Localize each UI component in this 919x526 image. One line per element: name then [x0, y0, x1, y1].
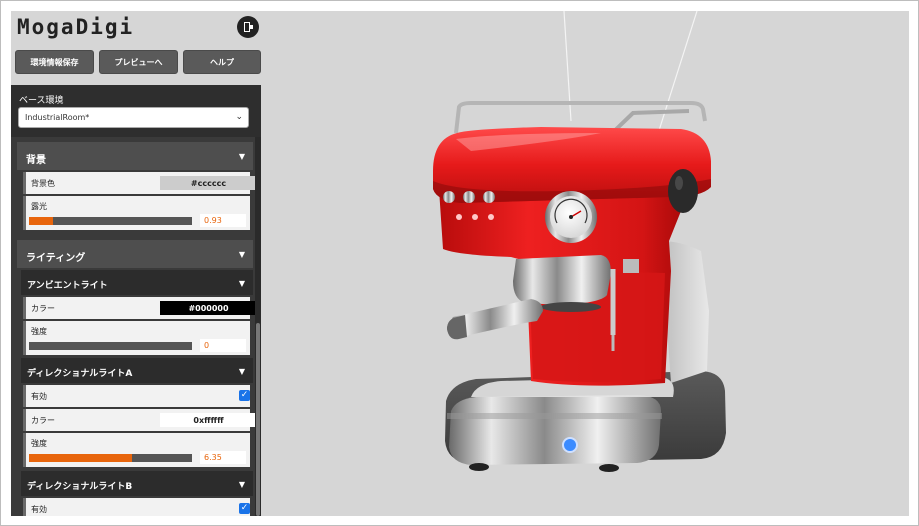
ambient-color-label: カラー: [31, 304, 55, 313]
check-icon: ✓: [240, 503, 249, 513]
triangle-down-icon: ▼: [238, 480, 245, 489]
dir-b-enabled-label: 有効: [31, 505, 47, 514]
ambient-intensity-value[interactable]: 0: [200, 339, 246, 352]
window-frame: MogaDigi 環境情報保存 プレビューへ ヘルプ ベース環境 Industr…: [0, 0, 919, 526]
section-background-title: 背景: [26, 155, 46, 166]
dir-a-intensity-slider-fill: [29, 454, 132, 462]
triangle-down-icon: ▼: [238, 279, 245, 288]
sidebar: MogaDigi 環境情報保存 プレビューへ ヘルプ ベース環境 Industr…: [11, 11, 261, 516]
dir-a-enabled-checkbox[interactable]: ✓: [239, 390, 250, 401]
app-area: MogaDigi 環境情報保存 プレビューへ ヘルプ ベース環境 Industr…: [11, 11, 909, 516]
door-exit-icon: [244, 22, 253, 32]
section-background-header[interactable]: 背景 ▼: [17, 142, 253, 170]
dir-a-intensity-value[interactable]: 6.35: [200, 451, 246, 464]
dir-a-enabled-row: 有効 ✓: [23, 385, 250, 407]
ambient-intensity-slider[interactable]: [29, 342, 192, 350]
dir-a-enabled-label: 有効: [31, 392, 47, 401]
dir-b-enabled-checkbox[interactable]: ✓: [239, 503, 250, 514]
3d-viewport[interactable]: [261, 11, 909, 516]
bg-color-picker[interactable]: #cccccc: [160, 176, 257, 190]
dir-a-color-picker[interactable]: 0xffffff: [160, 413, 257, 427]
exit-button[interactable]: [237, 16, 259, 38]
ambient-light-header[interactable]: アンビエントライト ▼: [21, 270, 253, 295]
toolbar: 環境情報保存 プレビューへ ヘルプ: [15, 50, 261, 74]
exposure-label: 露光: [31, 202, 47, 211]
section-lighting-title: ライティング: [26, 253, 86, 264]
ambient-intensity-row: 強度 0: [23, 321, 250, 355]
ambient-color-picker[interactable]: #000000: [160, 301, 257, 315]
espresso-machine-model: [433, 11, 726, 472]
dir-a-intensity-slider[interactable]: [29, 454, 192, 462]
ambient-light-title: アンビエントライト: [27, 281, 108, 291]
exposure-slider[interactable]: [29, 217, 192, 225]
exposure-row: 露光 0.93: [23, 196, 250, 230]
exposure-value[interactable]: 0.93: [200, 214, 246, 227]
dir-light-b-title: ディレクショナルライトB: [27, 482, 133, 492]
app-logo: MogaDigi: [17, 15, 135, 39]
help-button[interactable]: ヘルプ: [183, 50, 261, 74]
top-bar: MogaDigi 環境情報保存 プレビューへ ヘルプ: [11, 11, 261, 85]
dir-a-intensity-row: 強度 6.35: [23, 433, 250, 467]
triangle-down-icon: ▼: [238, 250, 245, 259]
dir-light-a-title: ディレクショナルライトA: [27, 369, 133, 379]
chevron-down-icon: ⌄: [235, 112, 243, 122]
base-env-select[interactable]: IndustrialRoom* ⌄: [18, 107, 249, 128]
base-env-panel: ベース環境 IndustrialRoom* ⌄: [11, 85, 261, 137]
dir-light-a-header[interactable]: ディレクショナルライトA ▼: [21, 358, 253, 383]
preview-button[interactable]: プレビューへ: [99, 50, 178, 74]
triangle-down-icon: ▼: [238, 367, 245, 376]
exposure-slider-fill: [29, 217, 54, 225]
bg-color-label: 背景色: [31, 179, 55, 188]
dir-a-color-row: カラー 0xffffff: [23, 409, 257, 431]
sidebar-scroll-thumb[interactable]: [256, 323, 260, 516]
triangle-down-icon: ▼: [238, 152, 245, 161]
dir-a-color-label: カラー: [31, 416, 55, 425]
ambient-color-row: カラー #000000: [23, 297, 257, 319]
section-lighting-header[interactable]: ライティング ▼: [17, 240, 253, 268]
save-env-button[interactable]: 環境情報保存: [15, 50, 94, 74]
dir-b-enabled-row: 有効 ✓: [23, 498, 250, 516]
dir-light-b-header[interactable]: ディレクショナルライトB ▼: [21, 471, 253, 496]
bg-color-row: 背景色 #cccccc: [23, 172, 257, 194]
base-env-label: ベース環境: [19, 96, 64, 106]
base-env-value: IndustrialRoom*: [25, 113, 90, 122]
dir-a-intensity-label: 強度: [31, 439, 47, 448]
ambient-intensity-label: 強度: [31, 327, 47, 336]
check-icon: ✓: [240, 390, 249, 400]
